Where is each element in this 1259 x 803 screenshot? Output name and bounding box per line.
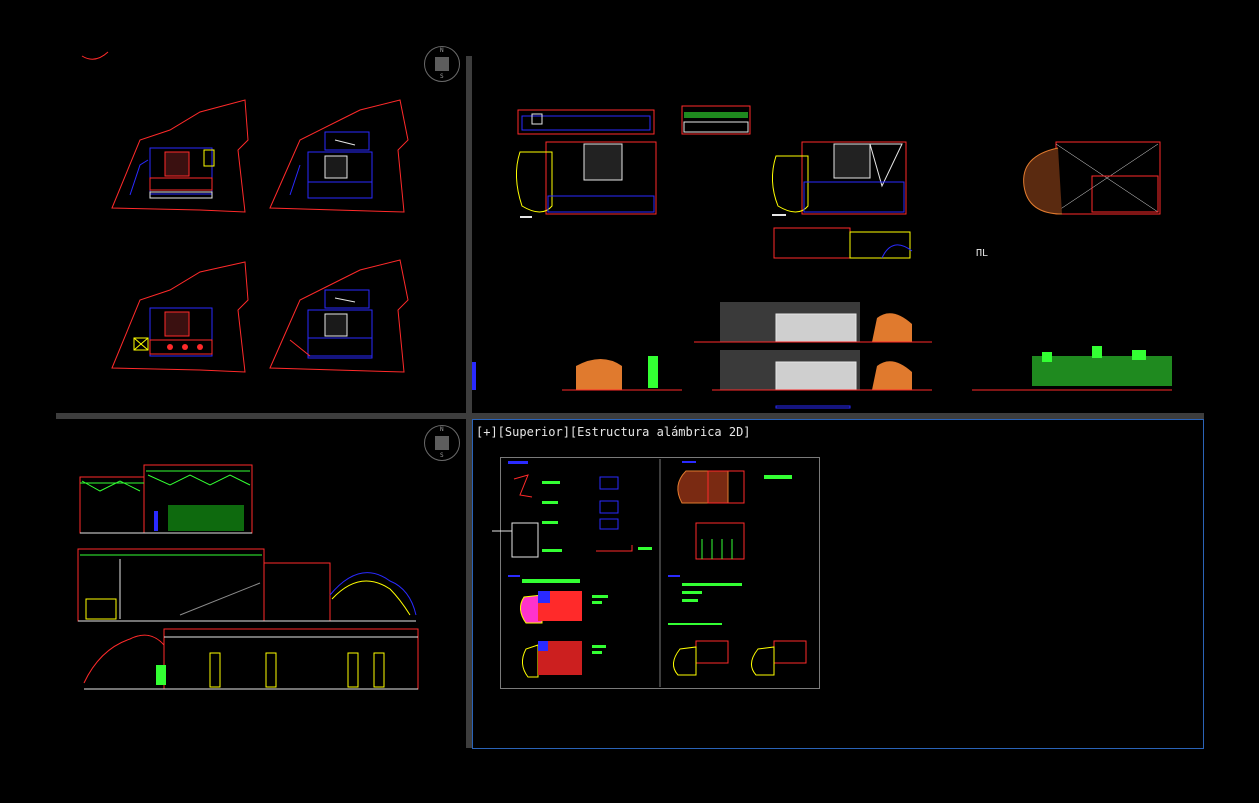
sheet-left-top: [492, 461, 652, 558]
elevation-1: [694, 302, 932, 343]
details-sheet-drawing: [492, 459, 807, 687]
elevation-2: [712, 350, 932, 391]
drawing-mark-text: ΠL: [976, 248, 988, 259]
section-a: [79, 464, 253, 534]
sheet-right: [668, 461, 807, 676]
plans-and-elevations-drawing: ΠL: [472, 105, 1172, 409]
viewport-bottom-right-active[interactable]: [+][Superior][Estructura alámbrica 2D]: [472, 419, 1204, 749]
section-strip-1: [517, 109, 655, 135]
sheet-left-bottom: [508, 575, 608, 678]
floor-plan-b: [772, 141, 907, 216]
floor-plan-a: [516, 141, 657, 218]
viewport-top-left[interactable]: N S: [0, 0, 466, 413]
site-plan-4: [269, 259, 409, 373]
site-plan-1: [111, 99, 249, 213]
floor-plan-c: [1023, 141, 1161, 215]
site-plan-2: [269, 99, 409, 213]
edge-fragment: [472, 362, 476, 390]
section-c: [83, 628, 419, 690]
building-sections-drawing: [77, 464, 419, 690]
viewport-bottom-left[interactable]: N S: [0, 419, 466, 803]
elevation-3: [562, 356, 682, 391]
section-b: [77, 548, 417, 622]
floor-plans-drawing: [81, 51, 409, 373]
viewport-top-right[interactable]: ΠL: [472, 56, 1204, 413]
section-strip-2: [681, 105, 751, 135]
site-plan-3: [111, 261, 249, 373]
section-middle: [773, 227, 913, 259]
elevation-4: [972, 346, 1172, 391]
